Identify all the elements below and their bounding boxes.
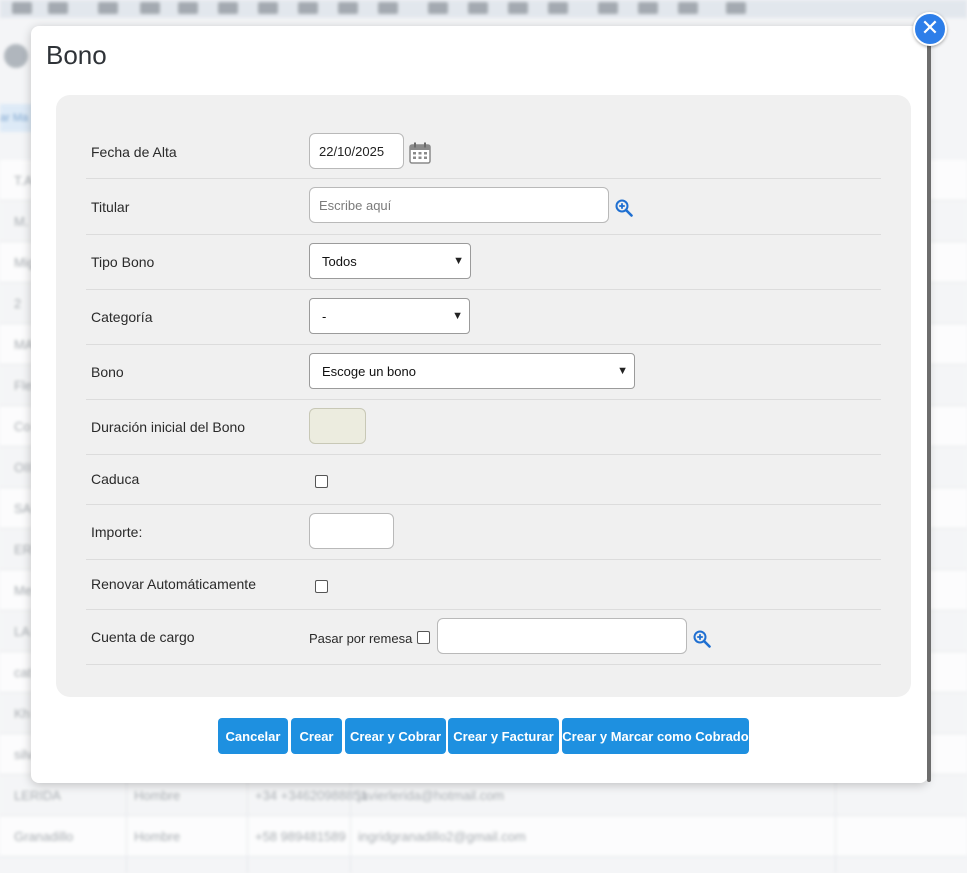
row-cuenta-cargo: Cuenta de cargo Pasar por remesa — [86, 609, 881, 665]
toolbar-icon — [98, 2, 118, 14]
toolbar-icon — [678, 2, 698, 14]
form-panel: Fecha de Alta 22/10/2025 Titular Escribe… — [56, 95, 911, 697]
tipo-bono-label: Tipo Bono — [91, 254, 155, 270]
bono-label: Bono — [91, 364, 124, 380]
table-cell: Hombre — [134, 788, 181, 803]
table-cell: T.A — [14, 173, 33, 188]
bono-select[interactable]: Escoge un bono ▼ — [309, 353, 635, 389]
importe-label: Importe: — [91, 524, 143, 540]
duracion-input — [309, 408, 366, 444]
table-cell: 2 — [14, 296, 22, 311]
duracion-label: Duración inicial del Bono — [91, 419, 246, 435]
row-bono: Bono Escoge un bono ▼ — [86, 344, 881, 400]
pasar-remesa-checkbox[interactable] — [417, 631, 430, 644]
background-divider — [126, 780, 127, 873]
dialog-title: Bono — [46, 40, 107, 70]
close-icon[interactable]: ✕ — [913, 12, 947, 46]
cuenta-cargo-label: Cuenta de cargo — [91, 629, 195, 645]
toolbar-icon — [12, 2, 32, 14]
toolbar-icon — [338, 2, 358, 14]
fecha-alta-input[interactable]: 22/10/2025 — [309, 133, 404, 169]
tipo-bono-value: Todos — [322, 253, 357, 269]
renovar-label: Renovar Automáticamente — [91, 576, 256, 592]
toolbar-icon — [638, 2, 658, 14]
row-duracion: Duración inicial del Bono — [86, 399, 881, 455]
renovar-checkbox[interactable] — [315, 580, 328, 593]
row-importe: Importe: — [86, 504, 881, 560]
table-cell: SA — [14, 501, 32, 516]
toolbar-icon — [298, 2, 318, 14]
row-titular: Titular Escribe aquí — [86, 179, 881, 235]
caduca-label: Caduca — [91, 471, 140, 487]
titular-input[interactable]: Escribe aquí — [309, 187, 609, 223]
background-divider — [247, 780, 248, 873]
caduca-checkbox[interactable] — [315, 475, 328, 488]
calendar-icon[interactable] — [409, 142, 431, 164]
chevron-down-icon: ▼ — [453, 255, 464, 267]
dialog-scrollbar[interactable] — [927, 44, 931, 782]
toolbar-icon — [48, 2, 68, 14]
row-fecha-alta: Fecha de Alta 22/10/2025 — [86, 123, 881, 179]
table-cell: ER — [14, 542, 33, 557]
table-cell: M. — [14, 214, 29, 229]
toolbar-icon — [726, 2, 746, 14]
zoom-in-icon[interactable] — [615, 199, 633, 217]
background-divider — [350, 780, 351, 873]
pasar-remesa-label: Pasar por remesa — [309, 631, 413, 646]
table-cell: Kh — [14, 706, 30, 721]
toolbar-icon — [258, 2, 278, 14]
importe-input[interactable] — [309, 513, 394, 549]
cuenta-cargo-input[interactable] — [437, 618, 687, 654]
toolbar-icon — [428, 2, 448, 14]
table-cell: +58 989481589 — [255, 829, 346, 844]
table-cell: cat — [14, 665, 32, 680]
toolbar-icon — [140, 2, 160, 14]
table-cell: LERIDA — [14, 788, 61, 803]
crear-marcar-cobrado-button[interactable]: Crear y Marcar como Cobrado — [562, 718, 749, 754]
bono-dialog: Bono Fecha de Alta 22/10/2025 Titular Es… — [31, 26, 928, 783]
bono-value: Escoge un bono — [322, 363, 416, 379]
toolbar-icon — [378, 2, 398, 14]
zoom-in-icon[interactable] — [693, 630, 711, 648]
crear-cobrar-button[interactable]: Crear y Cobrar — [345, 718, 446, 754]
titular-label: Titular — [91, 199, 130, 215]
crear-facturar-button[interactable]: Crear y Facturar — [448, 718, 559, 754]
background-divider — [835, 780, 836, 873]
table-row: Granadillo Hombre +58 989481589 ingridgrana… — [0, 816, 967, 857]
table-cell: silv — [14, 747, 33, 762]
categoria-label: Categoría — [91, 309, 153, 325]
chevron-down-icon: ▼ — [452, 310, 463, 322]
toolbar-icon — [468, 2, 488, 14]
row-renovar: Renovar Automáticamente — [86, 559, 881, 610]
row-categoria: Categoría - ▼ — [86, 289, 881, 345]
row-caduca: Caduca — [86, 454, 881, 505]
table-cell: Me — [14, 583, 33, 598]
table-cell: javierlerida@hotmail.com — [358, 788, 505, 803]
table-cell: OII — [14, 460, 32, 475]
cancelar-button[interactable]: Cancelar — [218, 718, 288, 754]
table-cell: ingridgranadillo2@gmail.com — [358, 829, 526, 844]
fecha-alta-label: Fecha de Alta — [91, 144, 177, 160]
table-cell: Granadillo — [14, 829, 74, 844]
categoria-select[interactable]: - ▼ — [309, 298, 470, 334]
row-tipo-bono: Tipo Bono Todos ▼ — [86, 234, 881, 290]
categoria-value: - — [322, 308, 327, 324]
table-cell: Co — [14, 419, 31, 434]
table-cell: LA — [14, 624, 30, 639]
table-cell: Hombre — [134, 829, 181, 844]
table-cell: Fle — [14, 378, 33, 393]
toolbar-icon — [508, 2, 528, 14]
dialog-actions: Cancelar Crear Crear y Cobrar Crear y Fa… — [31, 718, 928, 754]
toolbar-icon — [548, 2, 568, 14]
background-avatar-icon — [4, 44, 28, 68]
tipo-bono-select[interactable]: Todos ▼ — [309, 243, 471, 279]
toolbar-icon — [598, 2, 618, 14]
crear-button[interactable]: Crear — [291, 718, 342, 754]
toolbar-icon — [178, 2, 198, 14]
toolbar-icon — [218, 2, 238, 14]
background-toolbar — [0, 0, 967, 18]
chevron-down-icon: ▼ — [617, 365, 628, 377]
